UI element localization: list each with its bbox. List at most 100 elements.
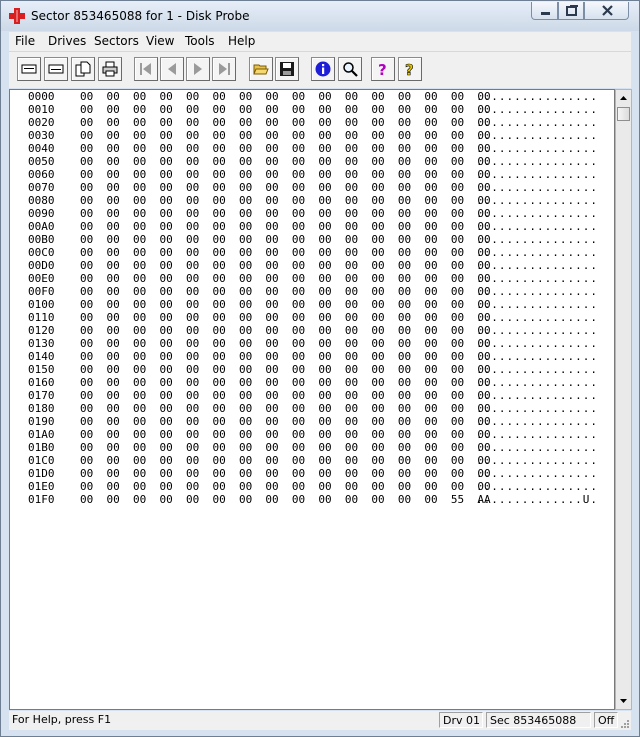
hex-view[interactable]: 0000 00 00 00 00 00 00 00 00 00 00 00 00 … bbox=[9, 89, 615, 710]
hex-row-ascii[interactable]: ................ bbox=[476, 142, 598, 155]
info-button[interactable] bbox=[311, 57, 335, 81]
hex-row[interactable]: 0160 00 00 00 00 00 00 00 00 00 00 00 00 … bbox=[28, 376, 598, 389]
copy-button[interactable] bbox=[71, 57, 95, 81]
hex-row-ascii[interactable]: ................ bbox=[476, 272, 598, 285]
hex-row[interactable]: 0080 00 00 00 00 00 00 00 00 00 00 00 00 … bbox=[28, 194, 598, 207]
hex-row[interactable]: 01C0 00 00 00 00 00 00 00 00 00 00 00 00 … bbox=[28, 454, 598, 467]
close-button[interactable] bbox=[584, 2, 629, 20]
hex-row-bytes[interactable]: 00 00 00 00 00 00 00 00 00 00 00 00 00 0… bbox=[80, 350, 491, 363]
hex-row[interactable]: 0190 00 00 00 00 00 00 00 00 00 00 00 00 … bbox=[28, 415, 598, 428]
hex-row-ascii[interactable]: ................ bbox=[476, 259, 598, 272]
hex-row-bytes[interactable]: 00 00 00 00 00 00 00 00 00 00 00 00 00 0… bbox=[80, 376, 491, 389]
hex-row[interactable]: 01B0 00 00 00 00 00 00 00 00 00 00 00 00 … bbox=[28, 441, 598, 454]
hex-row-ascii[interactable]: ................ bbox=[476, 480, 598, 493]
hex-row-bytes[interactable]: 00 00 00 00 00 00 00 00 00 00 00 00 00 0… bbox=[80, 493, 491, 506]
hex-row-ascii[interactable]: ..............U. bbox=[476, 493, 598, 506]
hex-row[interactable]: 0020 00 00 00 00 00 00 00 00 00 00 00 00 … bbox=[28, 116, 598, 129]
resize-grip-icon[interactable] bbox=[618, 717, 630, 729]
hex-row[interactable]: 0130 00 00 00 00 00 00 00 00 00 00 00 00 … bbox=[28, 337, 598, 350]
help-button[interactable]: ? bbox=[371, 57, 395, 81]
hex-row-bytes[interactable]: 00 00 00 00 00 00 00 00 00 00 00 00 00 0… bbox=[80, 324, 491, 337]
hex-row[interactable]: 0000 00 00 00 00 00 00 00 00 00 00 00 00 … bbox=[28, 90, 598, 103]
hex-row-bytes[interactable]: 00 00 00 00 00 00 00 00 00 00 00 00 00 0… bbox=[80, 272, 491, 285]
hex-row[interactable]: 0110 00 00 00 00 00 00 00 00 00 00 00 00 … bbox=[28, 311, 598, 324]
hex-row-bytes[interactable]: 00 00 00 00 00 00 00 00 00 00 00 00 00 0… bbox=[80, 155, 491, 168]
hex-row-ascii[interactable]: ................ bbox=[476, 415, 598, 428]
scroll-up-icon[interactable] bbox=[616, 90, 631, 106]
hex-row[interactable]: 00B0 00 00 00 00 00 00 00 00 00 00 00 00 … bbox=[28, 233, 598, 246]
hex-row[interactable]: 00D0 00 00 00 00 00 00 00 00 00 00 00 00 … bbox=[28, 259, 598, 272]
menu-drives[interactable]: Drives bbox=[48, 34, 86, 48]
hex-row[interactable]: 0180 00 00 00 00 00 00 00 00 00 00 00 00 … bbox=[28, 402, 598, 415]
hex-row-bytes[interactable]: 00 00 00 00 00 00 00 00 00 00 00 00 00 0… bbox=[80, 467, 491, 480]
hex-row-ascii[interactable]: ................ bbox=[476, 155, 598, 168]
hex-row-ascii[interactable]: ................ bbox=[476, 168, 598, 181]
title-bar[interactable]: Sector 853465088 for 1 - Disk Probe bbox=[1, 1, 639, 31]
scroll-thumb[interactable] bbox=[617, 107, 630, 121]
last-sector-button[interactable] bbox=[212, 57, 236, 81]
hex-row-bytes[interactable]: 00 00 00 00 00 00 00 00 00 00 00 00 00 0… bbox=[80, 363, 491, 376]
menu-help[interactable]: Help bbox=[228, 34, 255, 48]
scroll-down-icon[interactable] bbox=[616, 693, 631, 709]
hex-row-bytes[interactable]: 00 00 00 00 00 00 00 00 00 00 00 00 00 0… bbox=[80, 428, 491, 441]
hex-row[interactable]: 00A0 00 00 00 00 00 00 00 00 00 00 00 00 … bbox=[28, 220, 598, 233]
hex-row-bytes[interactable]: 00 00 00 00 00 00 00 00 00 00 00 00 00 0… bbox=[80, 181, 491, 194]
hex-row-bytes[interactable]: 00 00 00 00 00 00 00 00 00 00 00 00 00 0… bbox=[80, 168, 491, 181]
menu-tools[interactable]: Tools bbox=[185, 34, 215, 48]
hex-row-ascii[interactable]: ................ bbox=[476, 129, 598, 142]
hex-row-ascii[interactable]: ................ bbox=[476, 311, 598, 324]
hex-row[interactable]: 00F0 00 00 00 00 00 00 00 00 00 00 00 00 … bbox=[28, 285, 598, 298]
hex-row[interactable]: 0040 00 00 00 00 00 00 00 00 00 00 00 00 … bbox=[28, 142, 598, 155]
hex-row-bytes[interactable]: 00 00 00 00 00 00 00 00 00 00 00 00 00 0… bbox=[80, 454, 491, 467]
hex-row-bytes[interactable]: 00 00 00 00 00 00 00 00 00 00 00 00 00 0… bbox=[80, 233, 491, 246]
open-button[interactable] bbox=[249, 57, 273, 81]
next-sector-button[interactable] bbox=[186, 57, 210, 81]
hex-row-ascii[interactable]: ................ bbox=[476, 350, 598, 363]
hex-row-ascii[interactable]: ................ bbox=[476, 103, 598, 116]
hex-row-bytes[interactable]: 00 00 00 00 00 00 00 00 00 00 00 00 00 0… bbox=[80, 220, 491, 233]
print-button[interactable] bbox=[98, 57, 122, 81]
hex-row-ascii[interactable]: ................ bbox=[476, 428, 598, 441]
hex-row-bytes[interactable]: 00 00 00 00 00 00 00 00 00 00 00 00 00 0… bbox=[80, 129, 491, 142]
hex-row-bytes[interactable]: 00 00 00 00 00 00 00 00 00 00 00 00 00 0… bbox=[80, 142, 491, 155]
hex-row[interactable]: 0150 00 00 00 00 00 00 00 00 00 00 00 00 … bbox=[28, 363, 598, 376]
hex-row-bytes[interactable]: 00 00 00 00 00 00 00 00 00 00 00 00 00 0… bbox=[80, 207, 491, 220]
hex-row-bytes[interactable]: 00 00 00 00 00 00 00 00 00 00 00 00 00 0… bbox=[80, 246, 491, 259]
hex-row[interactable]: 0010 00 00 00 00 00 00 00 00 00 00 00 00 … bbox=[28, 103, 598, 116]
hex-row-ascii[interactable]: ................ bbox=[476, 285, 598, 298]
hex-row-bytes[interactable]: 00 00 00 00 00 00 00 00 00 00 00 00 00 0… bbox=[80, 116, 491, 129]
hex-row[interactable]: 0140 00 00 00 00 00 00 00 00 00 00 00 00 … bbox=[28, 350, 598, 363]
hex-row-ascii[interactable]: ................ bbox=[476, 402, 598, 415]
hex-row[interactable]: 01D0 00 00 00 00 00 00 00 00 00 00 00 00 … bbox=[28, 467, 598, 480]
hex-row-ascii[interactable]: ................ bbox=[476, 441, 598, 454]
hex-row-ascii[interactable]: ................ bbox=[476, 454, 598, 467]
hex-row-bytes[interactable]: 00 00 00 00 00 00 00 00 00 00 00 00 00 0… bbox=[80, 194, 491, 207]
hex-row-bytes[interactable]: 00 00 00 00 00 00 00 00 00 00 00 00 00 0… bbox=[80, 259, 491, 272]
minimize-button[interactable] bbox=[531, 2, 558, 20]
context-help-button[interactable]: ? bbox=[398, 57, 422, 81]
hex-row-ascii[interactable]: ................ bbox=[476, 467, 598, 480]
menu-file[interactable]: File bbox=[15, 34, 35, 48]
hex-row-bytes[interactable]: 00 00 00 00 00 00 00 00 00 00 00 00 00 0… bbox=[80, 441, 491, 454]
save-button[interactable] bbox=[275, 57, 299, 81]
hex-row-ascii[interactable]: ................ bbox=[476, 376, 598, 389]
hex-row[interactable]: 01A0 00 00 00 00 00 00 00 00 00 00 00 00 … bbox=[28, 428, 598, 441]
hex-row[interactable]: 0120 00 00 00 00 00 00 00 00 00 00 00 00 … bbox=[28, 324, 598, 337]
hex-row[interactable]: 0170 00 00 00 00 00 00 00 00 00 00 00 00 … bbox=[28, 389, 598, 402]
hex-row-bytes[interactable]: 00 00 00 00 00 00 00 00 00 00 00 00 00 0… bbox=[80, 298, 491, 311]
hex-row-ascii[interactable]: ................ bbox=[476, 90, 598, 103]
vertical-scrollbar[interactable] bbox=[615, 89, 632, 710]
hex-row-ascii[interactable]: ................ bbox=[476, 116, 598, 129]
hex-row[interactable]: 0050 00 00 00 00 00 00 00 00 00 00 00 00 … bbox=[28, 155, 598, 168]
previous-sector-button[interactable] bbox=[160, 57, 184, 81]
hex-row[interactable]: 00C0 00 00 00 00 00 00 00 00 00 00 00 00 … bbox=[28, 246, 598, 259]
hex-row[interactable]: 0090 00 00 00 00 00 00 00 00 00 00 00 00 … bbox=[28, 207, 598, 220]
menu-sectors[interactable]: Sectors bbox=[94, 34, 139, 48]
hex-row-ascii[interactable]: ................ bbox=[476, 298, 598, 311]
hex-row[interactable]: 01E0 00 00 00 00 00 00 00 00 00 00 00 00 … bbox=[28, 480, 598, 493]
hex-row-ascii[interactable]: ................ bbox=[476, 389, 598, 402]
hex-row-ascii[interactable]: ................ bbox=[476, 324, 598, 337]
hex-row[interactable]: 00E0 00 00 00 00 00 00 00 00 00 00 00 00 … bbox=[28, 272, 598, 285]
hex-row-bytes[interactable]: 00 00 00 00 00 00 00 00 00 00 00 00 00 0… bbox=[80, 402, 491, 415]
hex-row-ascii[interactable]: ................ bbox=[476, 207, 598, 220]
